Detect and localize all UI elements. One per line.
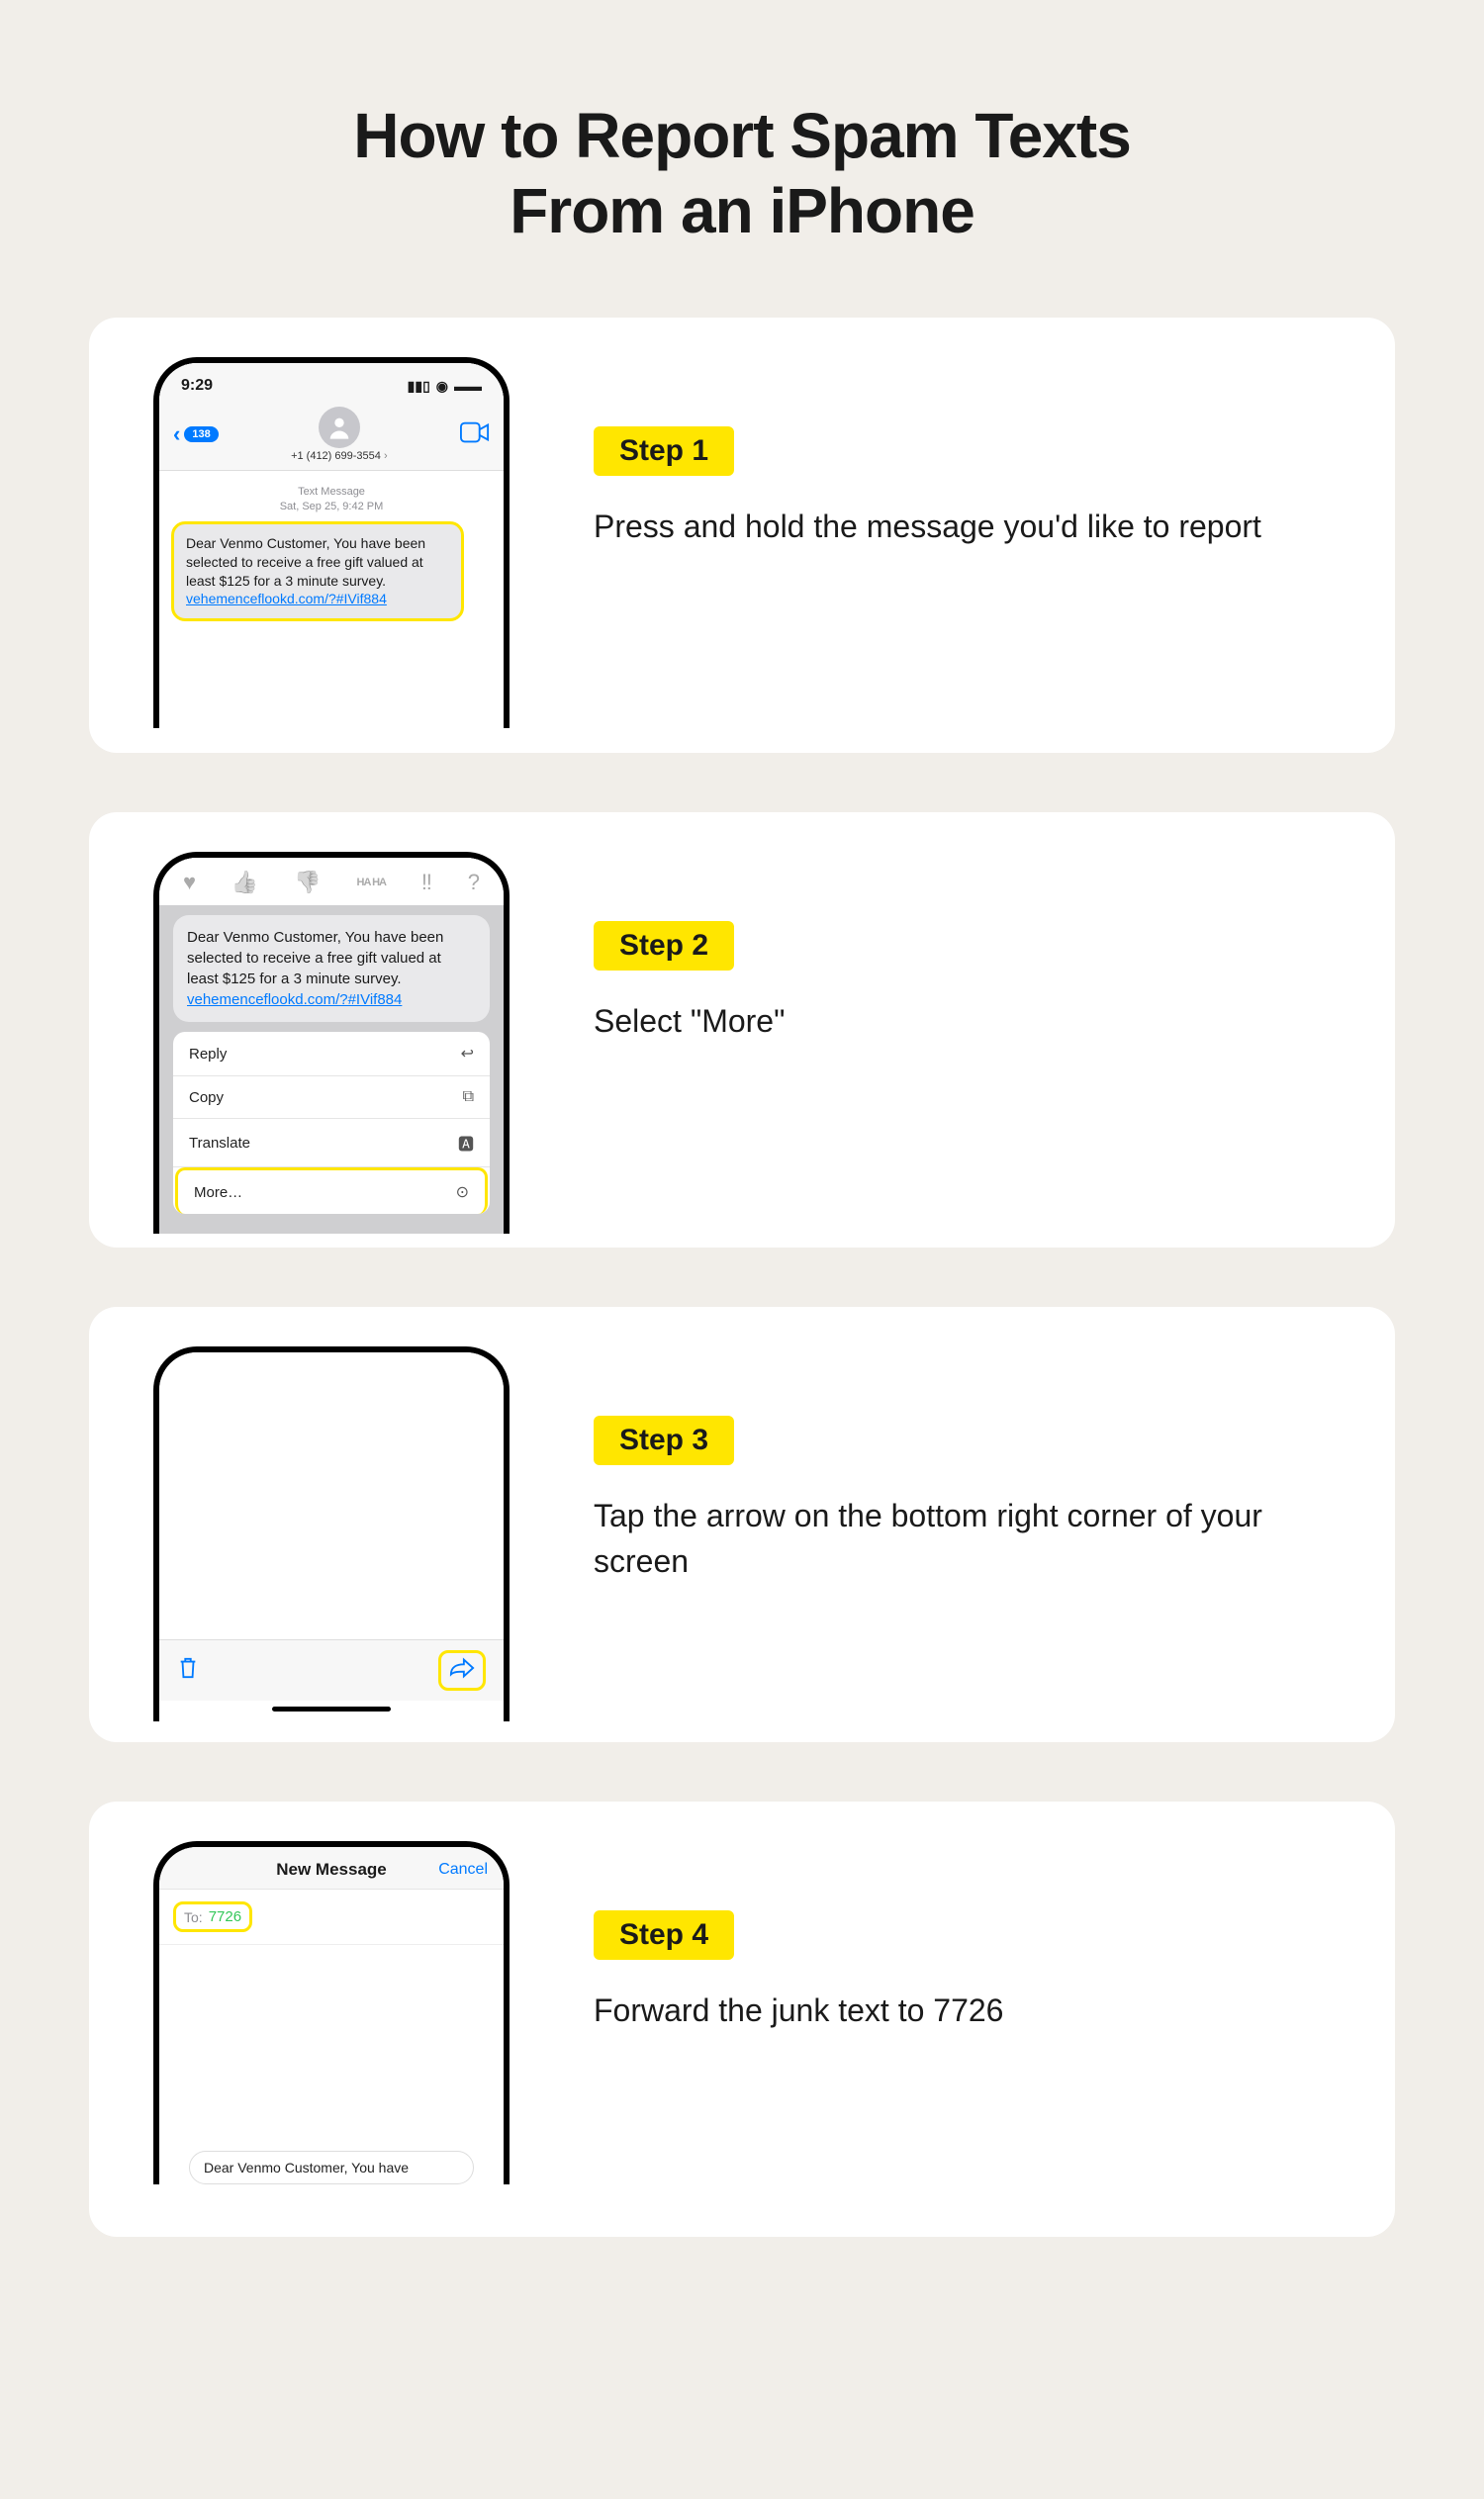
context-menu: Reply↩ Copy⧉ Translate🅰 More…⊙ <box>173 1032 490 1214</box>
title-line-1: How to Report Spam Texts <box>353 100 1131 171</box>
to-value: 7726 <box>209 1908 241 1925</box>
spam-message-link[interactable]: vehemenceflookd.com/?#IVif884 <box>187 991 402 1008</box>
tapback-thumbsup-icon[interactable]: 👍 <box>232 870 258 895</box>
context-reply[interactable]: Reply↩ <box>173 1032 490 1076</box>
tapback-heart-icon[interactable]: ♥ <box>183 870 196 895</box>
home-indicator <box>272 1707 391 1712</box>
context-translate[interactable]: Translate🅰 <box>173 1119 490 1167</box>
phone-mockup-2: ♥ 👍 👎 HA HA ‼ ? Dear Venmo Customer, You… <box>153 852 510 1234</box>
context-copy[interactable]: Copy⧉ <box>173 1076 490 1119</box>
avatar-icon[interactable] <box>319 407 360 448</box>
page-title: How to Report Spam Texts From an iPhone <box>89 99 1395 248</box>
title-line-2: From an iPhone <box>510 175 974 246</box>
tapback-question-icon[interactable]: ? <box>468 870 480 895</box>
signal-icon: ▮▮▯ <box>408 378 430 395</box>
step-card-1: 9:29 ▮▮▯ ◉ ▬▬ ‹ 138 <box>89 318 1395 753</box>
context-message-bubble: Dear Venmo Customer, You have been selec… <box>173 915 490 1022</box>
step-badge-2: Step 2 <box>594 921 734 971</box>
message-meta: Text MessageSat, Sep 25, 9:42 PM <box>159 485 504 515</box>
cancel-button[interactable]: Cancel <box>438 1861 488 1879</box>
step-description-1: Press and hold the message you'd like to… <box>594 504 1336 549</box>
step-card-2: ♥ 👍 👎 HA HA ‼ ? Dear Venmo Customer, You… <box>89 812 1395 1248</box>
step-card-3: Step 3 Tap the arrow on the bottom right… <box>89 1307 1395 1742</box>
step-description-3: Tap the arrow on the bottom right corner… <box>594 1493 1336 1585</box>
step-description-2: Select "More" <box>594 998 1336 1044</box>
phone-mockup-4: New Message Cancel To: 7726 Dear Venmo C… <box>153 1841 510 2184</box>
trash-icon[interactable] <box>177 1656 199 1685</box>
battery-icon: ▬▬ <box>454 378 482 394</box>
step-badge-4: Step 4 <box>594 1910 734 1960</box>
to-label: To: <box>184 1909 203 1925</box>
status-bar: 9:29 ▮▮▯ ◉ ▬▬ <box>159 363 504 403</box>
status-time: 9:29 <box>181 377 213 395</box>
phone-mockup-3 <box>153 1346 510 1721</box>
sender-number[interactable]: +1 (412) 699-3554 <box>291 450 388 462</box>
newmsg-header: New Message Cancel <box>159 1847 504 1890</box>
compose-body <box>159 1945 504 2143</box>
step-card-4: New Message Cancel To: 7726 Dear Venmo C… <box>89 1802 1395 2237</box>
wifi-icon: ◉ <box>436 378 448 395</box>
forward-button[interactable] <box>438 1650 486 1691</box>
forward-arrow-icon <box>449 1666 475 1683</box>
tapback-row: ♥ 👍 👎 HA HA ‼ ? <box>159 858 504 905</box>
spam-message-bubble[interactable]: Dear Venmo Customer, You have been selec… <box>171 521 464 622</box>
compose-input[interactable]: Dear Venmo Customer, You have <box>189 2151 474 2184</box>
facetime-icon[interactable] <box>460 421 490 448</box>
more-icon: ⊙ <box>456 1182 469 1202</box>
reply-icon: ↩ <box>461 1044 474 1064</box>
spam-message-link[interactable]: vehemenceflookd.com/?#IVif884 <box>186 591 387 606</box>
step-badge-1: Step 1 <box>594 426 734 476</box>
back-button[interactable]: ‹ 138 <box>173 421 219 447</box>
step-badge-3: Step 3 <box>594 1416 734 1465</box>
context-more[interactable]: More…⊙ <box>175 1167 488 1214</box>
spam-message-text: Dear Venmo Customer, You have been selec… <box>186 535 425 589</box>
to-field-row[interactable]: To: 7726 <box>159 1890 504 1945</box>
phone-mockup-1: 9:29 ▮▮▯ ◉ ▬▬ ‹ 138 <box>153 357 510 728</box>
message-selection-area <box>159 1352 504 1639</box>
chevron-left-icon: ‹ <box>173 421 180 447</box>
selection-toolbar <box>159 1639 504 1701</box>
tapback-haha-icon[interactable]: HA HA <box>357 877 386 888</box>
translate-icon: 🅰 <box>458 1131 474 1155</box>
unread-badge: 138 <box>184 426 218 442</box>
step-description-4: Forward the junk text to 7726 <box>594 1988 1336 2033</box>
tapback-thumbsdown-icon[interactable]: 👎 <box>294 870 321 895</box>
status-icons: ▮▮▯ ◉ ▬▬ <box>408 378 482 395</box>
copy-icon: ⧉ <box>463 1088 474 1106</box>
tapback-exclaim-icon[interactable]: ‼ <box>421 870 432 895</box>
message-header: ‹ 138 +1 (412) 699-3554 <box>159 403 504 471</box>
